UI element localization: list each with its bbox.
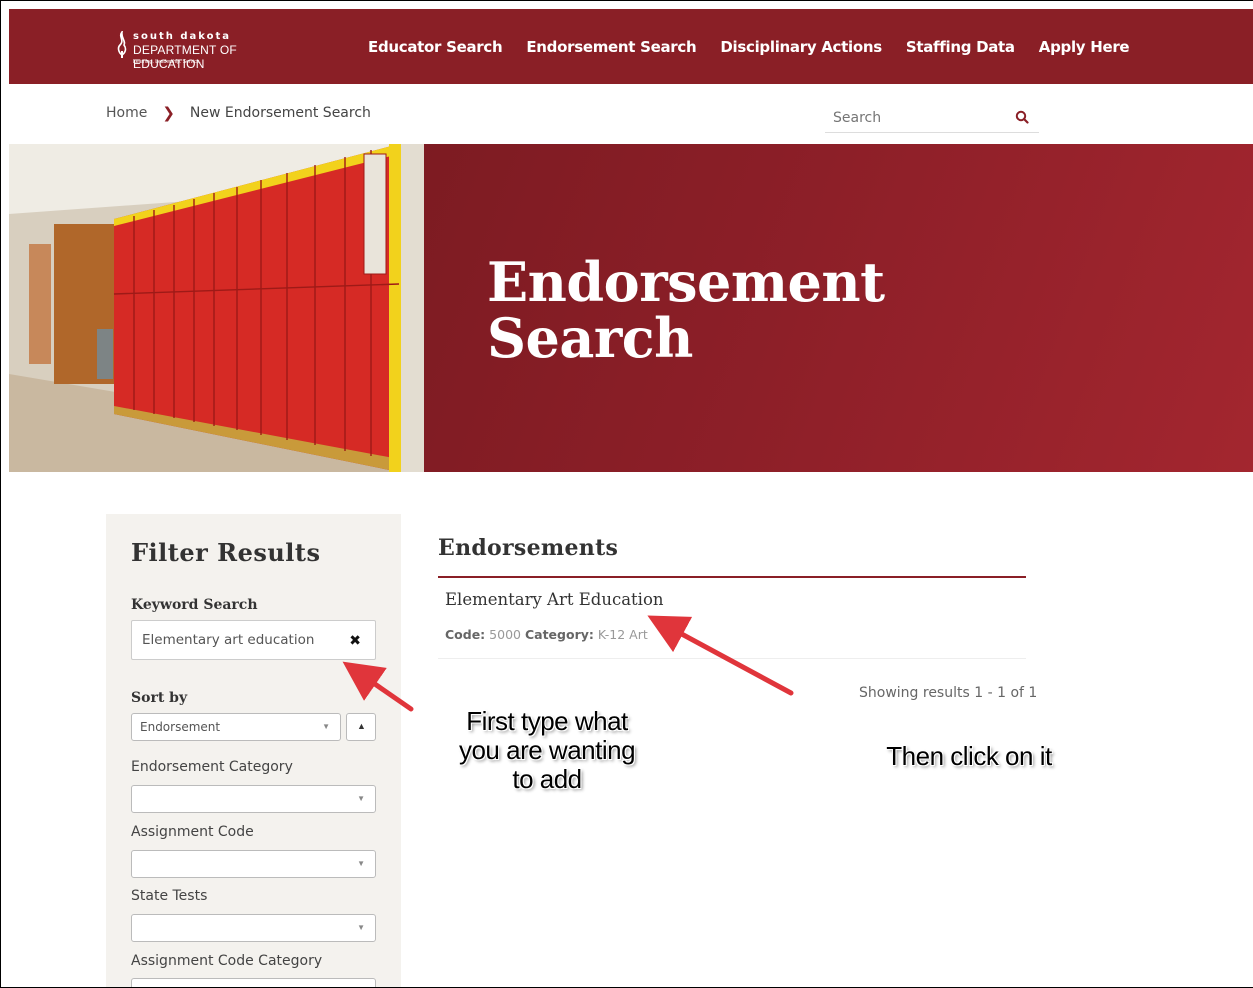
annotation-first-type: First type what you are wanting to add xyxy=(441,707,653,794)
filter-title: Filter Results xyxy=(131,538,321,567)
clear-icon[interactable]: ✖ xyxy=(349,632,361,649)
sort-by-value: Endorsement xyxy=(140,720,221,734)
category-label: Category: xyxy=(524,627,594,642)
annotation-line-3: to add xyxy=(512,764,582,794)
nav-disciplinary-actions[interactable]: Disciplinary Actions xyxy=(720,38,882,56)
hero-banner: Endorsement Search xyxy=(9,144,1253,472)
state-tests-label: State Tests xyxy=(131,888,208,904)
results-divider xyxy=(438,576,1026,578)
caret-up-icon: ▲ xyxy=(357,721,366,731)
assignment-code-label: Assignment Code xyxy=(131,824,254,840)
endorsement-category-select[interactable]: ▼ xyxy=(131,785,376,813)
logo-tagline: Learning. Leadership. Service. xyxy=(133,59,201,65)
flame-logo-icon xyxy=(117,31,127,58)
keyword-search-value: Elementary art education xyxy=(142,632,315,648)
breadcrumb-current: New Endorsement Search xyxy=(189,105,371,121)
result-item-meta: Code: 5000 Category: K-12 Art xyxy=(445,627,648,642)
page-title-line-1: Endorsement xyxy=(487,250,885,314)
caret-down-icon: ▼ xyxy=(357,859,365,868)
keyword-search-input[interactable]: Elementary art education ✖ xyxy=(131,620,376,660)
sd-doe-logo[interactable]: south dakota DEPARTMENT OF EDUCATION Lea… xyxy=(115,29,295,71)
results-title: Endorsements xyxy=(438,535,619,561)
assignment-code-category-select[interactable] xyxy=(131,978,376,987)
site-search xyxy=(825,105,1039,133)
top-navigation-bar: south dakota DEPARTMENT OF EDUCATION Lea… xyxy=(9,9,1253,84)
annotation-line-2: you are wanting xyxy=(458,735,636,765)
assignment-code-category-label: Assignment Code Category xyxy=(131,953,323,969)
caret-down-icon: ▼ xyxy=(357,794,365,803)
chevron-right-icon: ❯ xyxy=(162,104,175,122)
sort-by-label: Sort by xyxy=(131,690,188,706)
annotation-line-1: First type what xyxy=(466,706,628,736)
page-frame: south dakota DEPARTMENT OF EDUCATION Lea… xyxy=(0,0,1253,988)
sort-direction-button[interactable]: ▲ xyxy=(346,713,376,741)
search-input[interactable] xyxy=(825,105,1005,131)
nav-apply-here[interactable]: Apply Here xyxy=(1039,38,1130,56)
result-item-name[interactable]: Elementary Art Education xyxy=(445,590,664,609)
caret-down-icon: ▼ xyxy=(322,722,330,731)
arrow-to-result-icon xyxy=(647,615,794,696)
sort-by-select[interactable]: Endorsement ▼ xyxy=(131,713,341,741)
results-count: Showing results 1 - 1 of 1 xyxy=(859,685,1038,701)
search-icon[interactable] xyxy=(1015,110,1029,124)
annotation-then-click: Then click on it xyxy=(886,741,1052,771)
endorsement-category-label: Endorsement Category xyxy=(131,759,293,775)
caret-down-icon: ▼ xyxy=(357,923,365,932)
main-nav: Educator Search Endorsement Search Disci… xyxy=(368,38,1153,56)
nav-educator-search[interactable]: Educator Search xyxy=(368,38,503,56)
code-value: 5000 xyxy=(489,627,521,642)
nav-endorsement-search[interactable]: Endorsement Search xyxy=(526,38,696,56)
lockers-photo xyxy=(9,144,424,472)
code-label: Code: xyxy=(445,627,486,642)
state-tests-select[interactable]: ▼ xyxy=(131,914,376,942)
keyword-search-label: Keyword Search xyxy=(131,597,258,613)
filter-panel: Filter Results Keyword Search Elementary… xyxy=(106,514,401,987)
page-title: Endorsement Search xyxy=(487,254,885,366)
category-value: K-12 Art xyxy=(597,627,648,642)
logo-line-2: DEPARTMENT OF EDUCATION xyxy=(133,43,237,71)
breadcrumb-home[interactable]: Home xyxy=(106,105,147,121)
nav-staffing-data[interactable]: Staffing Data xyxy=(906,38,1015,56)
assignment-code-select[interactable]: ▼ xyxy=(131,850,376,878)
page-title-line-2: Search xyxy=(487,306,693,370)
breadcrumb: Home ❯ New Endorsement Search xyxy=(106,104,371,122)
result-divider xyxy=(438,658,1026,659)
logo-line-1: south dakota xyxy=(133,31,232,42)
